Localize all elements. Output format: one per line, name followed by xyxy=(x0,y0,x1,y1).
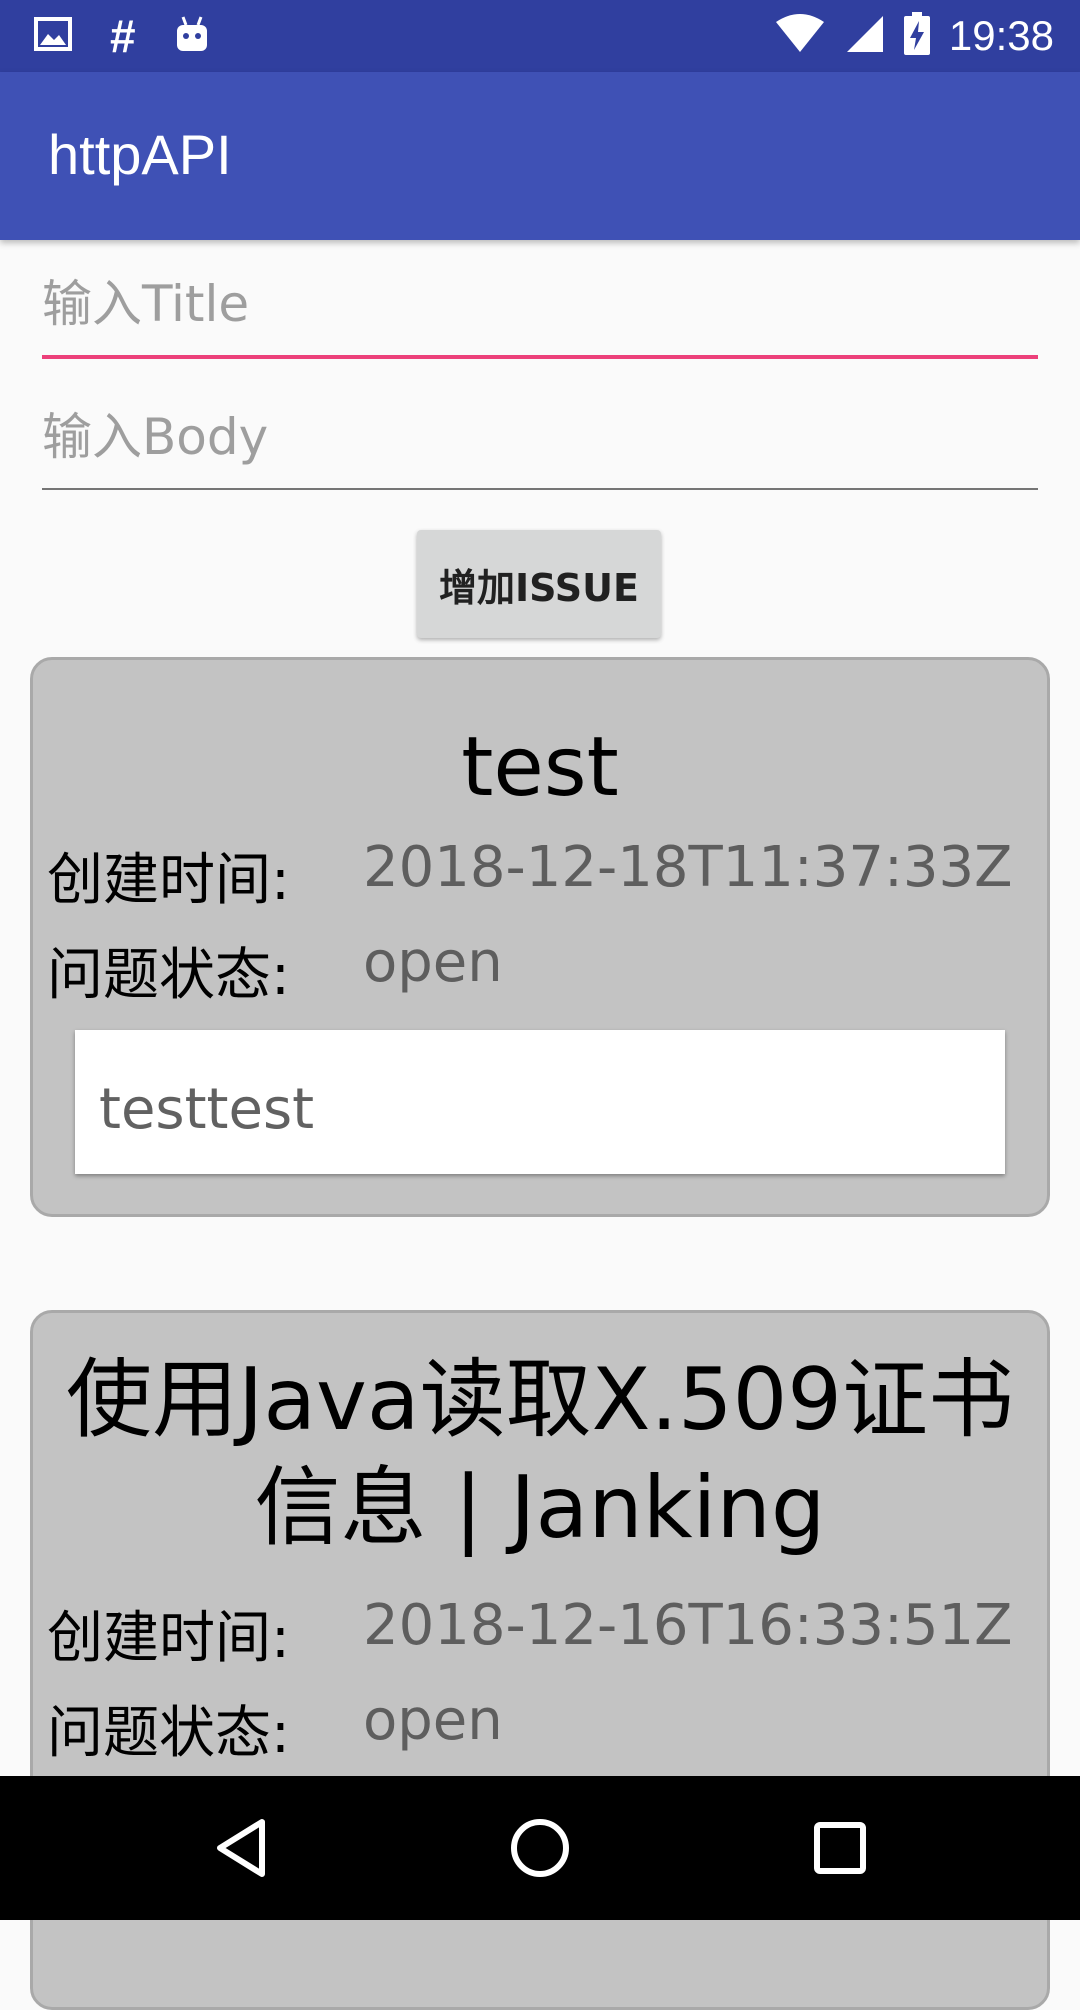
app-bar: httpAPI xyxy=(0,72,1080,240)
created-row: 创建时间: 2018-12-18T11:37:33Z xyxy=(47,835,1013,916)
navigation-bar xyxy=(0,1776,1080,1920)
image-icon xyxy=(34,17,72,55)
recents-icon[interactable] xyxy=(804,1812,876,1884)
app-title: httpAPI xyxy=(48,123,232,186)
created-value: 2018-12-18T11:37:33Z xyxy=(363,835,1013,900)
state-row: 问题状态: open xyxy=(47,1688,503,1769)
signal-icon xyxy=(843,14,885,58)
issue-body: testtest xyxy=(75,1030,1005,1174)
android-icon xyxy=(174,15,210,57)
status-bar: # 19:38 xyxy=(0,0,1080,72)
status-bar-right: 19:38 xyxy=(775,12,1054,60)
created-value: 2018-12-16T16:33:51Z xyxy=(363,1593,1013,1658)
back-icon[interactable] xyxy=(206,1812,278,1884)
state-value: open xyxy=(363,930,503,995)
body-input[interactable] xyxy=(42,408,1038,466)
created-label: 创建时间: xyxy=(47,848,290,913)
state-row: 问题状态: open xyxy=(47,930,503,1011)
hash-icon: # xyxy=(110,10,136,62)
state-value: open xyxy=(363,1688,503,1753)
issue-card[interactable]: test 创建时间: 2018-12-18T11:37:33Z 问题状态: op… xyxy=(30,657,1050,1217)
add-issue-button[interactable]: 增加ISSUE xyxy=(417,530,661,638)
title-input[interactable] xyxy=(42,275,1038,333)
status-time: 19:38 xyxy=(948,12,1054,59)
status-bar-left: # xyxy=(34,12,210,60)
battery-charging-icon xyxy=(903,12,931,60)
created-row: 创建时间: 2018-12-16T16:33:51Z xyxy=(47,1593,1013,1674)
issue-title: 使用Java读取X.509证书信息 | Janking xyxy=(65,1350,1015,1558)
state-label: 问题状态: xyxy=(47,1701,290,1766)
issue-title: test xyxy=(461,720,619,815)
title-field xyxy=(42,275,1038,359)
state-label: 问题状态: xyxy=(47,943,290,1008)
home-icon[interactable] xyxy=(504,1812,576,1884)
body-field xyxy=(42,408,1038,490)
created-label: 创建时间: xyxy=(47,1606,290,1671)
wifi-icon xyxy=(775,14,825,58)
